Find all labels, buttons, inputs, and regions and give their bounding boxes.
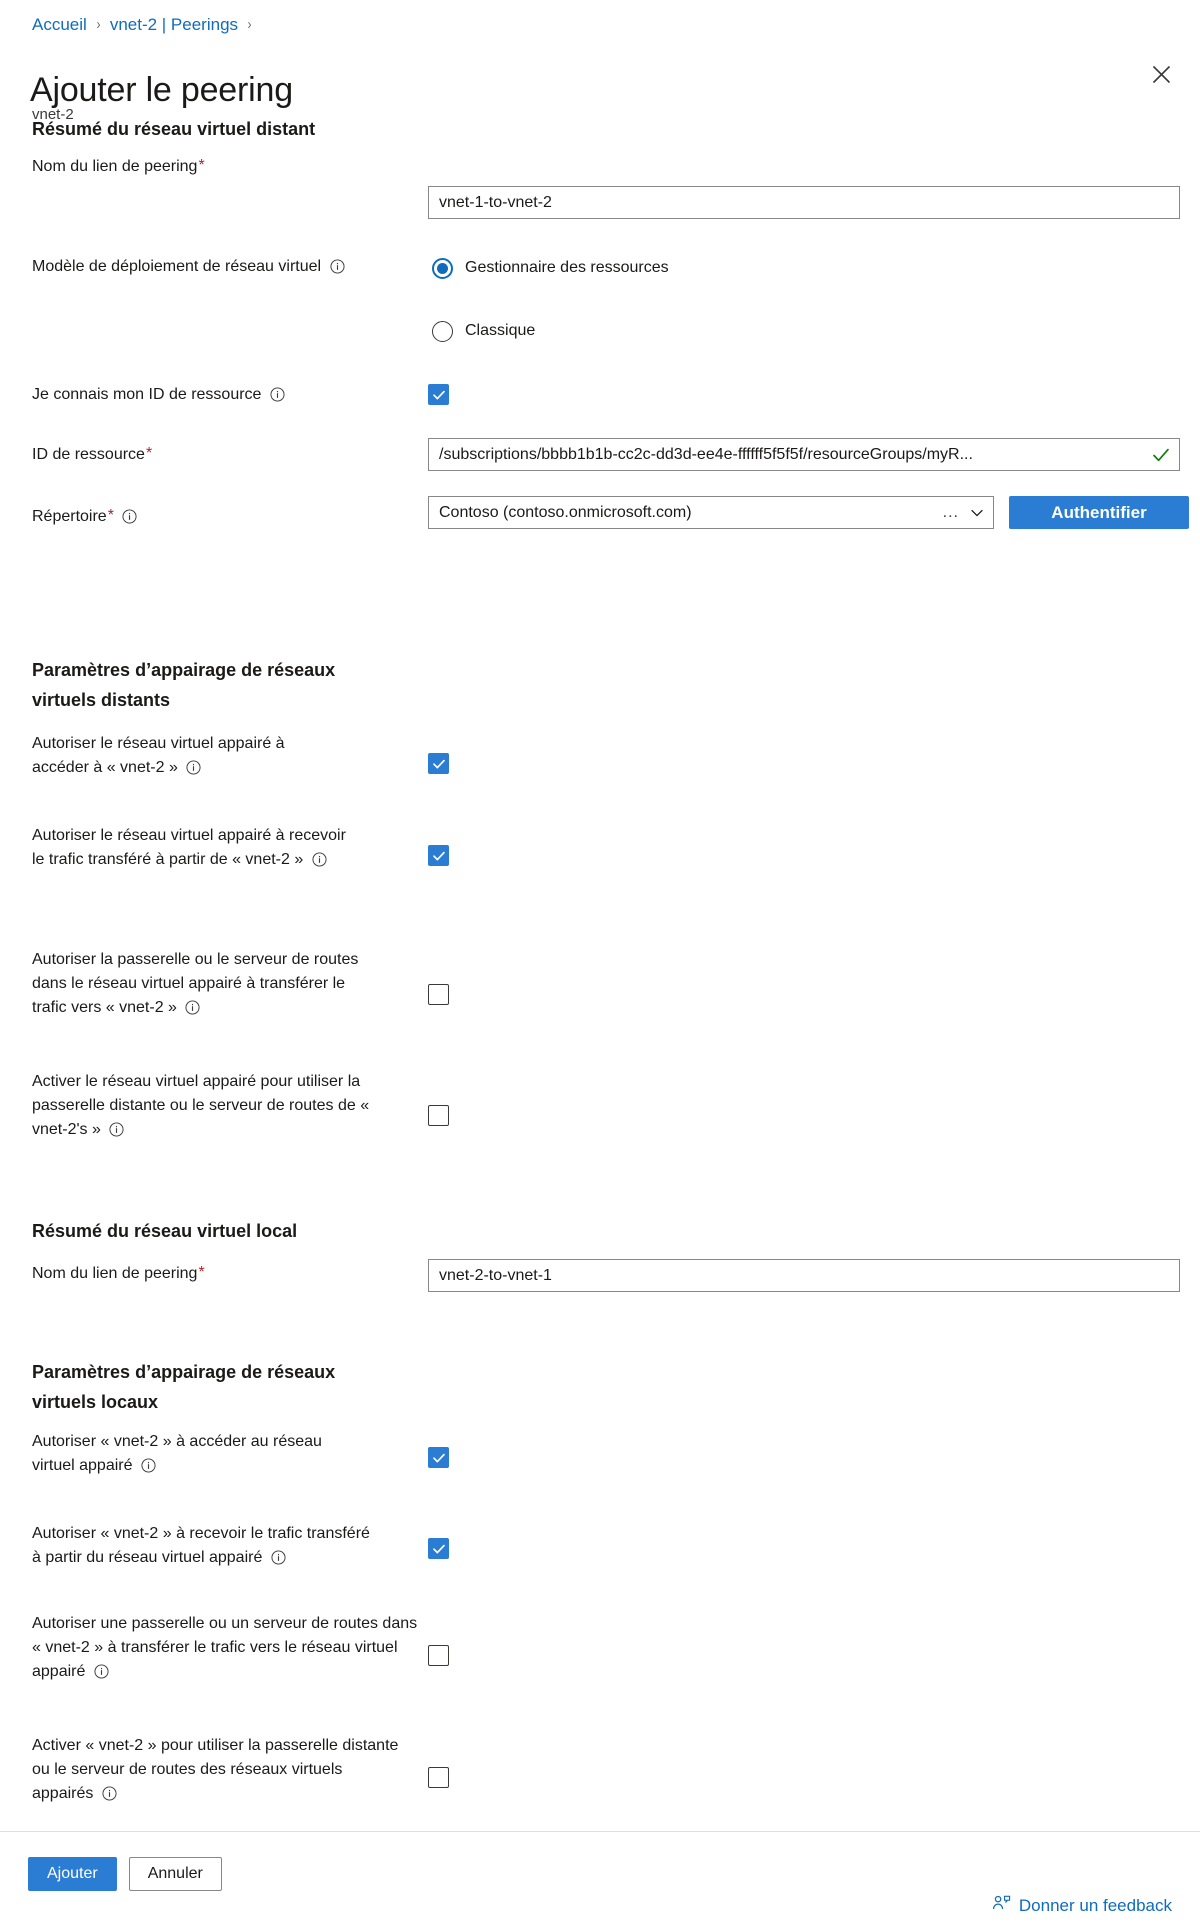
deployment-model-option-label: Gestionnaire des ressources	[465, 259, 669, 276]
breadcrumb: Accueil › vnet-2 | Peerings ›	[32, 14, 252, 36]
person-feedback-icon	[992, 1894, 1011, 1918]
know-resource-id-checkbox[interactable]	[428, 384, 449, 405]
deployment-model-option-label: Classique	[465, 322, 536, 339]
checkmark-icon	[432, 759, 445, 768]
directory-overflow-ellipsis: ...	[942, 503, 959, 521]
info-icon[interactable]	[186, 759, 201, 783]
remote-peering-link-name-input[interactable]	[428, 186, 1180, 219]
footer-actions: Ajouter Annuler	[28, 1857, 222, 1891]
remote-peering-link-name-label: Nom du lien de peering*	[32, 155, 352, 179]
required-indicator: *	[198, 1264, 205, 1281]
radio-icon	[432, 257, 453, 279]
blade-footer: Ajouter Annuler Donner un feedback	[0, 1831, 1200, 1931]
required-indicator: *	[198, 157, 205, 174]
checkmark-icon	[432, 390, 445, 399]
remote-option-2-checkbox[interactable]	[428, 984, 449, 1005]
info-icon[interactable]	[141, 1457, 156, 1481]
remote-option-1-label-text: Autoriser le réseau virtuel appairé à re…	[32, 827, 346, 868]
remote-option-2-label: Autoriser la passerelle ou le serveur de…	[32, 948, 380, 1023]
info-icon[interactable]	[185, 999, 200, 1023]
give-feedback-link[interactable]: Donner un feedback	[992, 1894, 1172, 1918]
resource-id-label-text: ID de ressource	[32, 446, 145, 463]
local-option-3-label-text: Activer « vnet-2 » pour utiliser la pass…	[32, 1737, 399, 1802]
remote-summary-heading: Résumé du réseau virtuel distant	[32, 119, 316, 139]
local-peering-settings-heading: Paramètres d’appairage de réseaux virtue…	[32, 1362, 336, 1412]
local-option-0-label-text: Autoriser « vnet-2 » à accéder au réseau…	[32, 1433, 322, 1474]
know-resource-id-label-text: Je connais mon ID de ressource	[32, 386, 262, 403]
resource-id-value: /subscriptions/bbbb1b1b-cc2c-dd3d-ee4e-f…	[439, 445, 973, 463]
local-peering-link-name-input[interactable]	[428, 1259, 1180, 1292]
local-option-3-label: Activer « vnet-2 » pour utiliser la pass…	[32, 1734, 404, 1809]
info-icon[interactable]	[270, 386, 285, 410]
breadcrumb-item-home[interactable]: Accueil	[32, 14, 87, 36]
remote-option-1-label: Autoriser le réseau virtuel appairé à re…	[32, 824, 362, 875]
remote-peering-link-name-label-text: Nom du lien de peering	[32, 158, 198, 175]
local-option-1-checkbox[interactable]	[428, 1538, 449, 1559]
info-icon[interactable]	[109, 1121, 124, 1145]
local-peering-link-name-label-text: Nom du lien de peering	[32, 1265, 198, 1282]
remote-option-0-checkbox[interactable]	[428, 753, 449, 774]
local-option-1-label: Autoriser « vnet-2 » à recevoir le trafi…	[32, 1522, 377, 1573]
cancel-button[interactable]: Annuler	[128, 1857, 222, 1891]
resource-id-label: ID de ressource*	[32, 443, 352, 467]
local-option-3-checkbox[interactable]	[428, 1767, 449, 1788]
remote-peering-settings-heading: Paramètres d’appairage de réseaux virtue…	[32, 660, 336, 710]
close-icon	[1152, 65, 1170, 83]
valid-checkmark-icon	[1151, 445, 1171, 465]
remote-option-3-label: Activer le réseau virtuel appairé pour u…	[32, 1070, 404, 1145]
remote-option-3-checkbox[interactable]	[428, 1105, 449, 1126]
add-button[interactable]: Ajouter	[28, 1857, 117, 1891]
local-peering-link-name-label: Nom du lien de peering*	[32, 1262, 352, 1286]
info-icon[interactable]	[312, 851, 327, 875]
remote-option-0-label: Autoriser le réseau virtuel appairé à ac…	[32, 732, 342, 783]
deployment-model-label-text: Modèle de déploiement de réseau virtuel	[32, 258, 322, 275]
info-icon[interactable]	[94, 1663, 109, 1687]
deployment-model-option-resource-manager[interactable]: Gestionnaire des ressources	[432, 257, 669, 279]
breadcrumb-chevron-icon-2: ›	[247, 16, 252, 33]
local-option-0-label: Autoriser « vnet-2 » à accéder au réseau…	[32, 1430, 362, 1481]
authenticate-button[interactable]: Authentifier	[1009, 496, 1189, 529]
checkmark-icon	[432, 851, 445, 860]
directory-label: Répertoire*	[32, 505, 352, 532]
local-option-0-checkbox[interactable]	[428, 1447, 449, 1468]
directory-dropdown[interactable]: Contoso (contoso.onmicrosoft.com) ...	[428, 496, 994, 529]
local-summary-heading: Résumé du réseau virtuel local	[32, 1221, 298, 1241]
required-indicator: *	[107, 507, 114, 524]
deployment-model-option-classic[interactable]: Classique	[432, 320, 535, 342]
info-icon[interactable]	[102, 1785, 117, 1809]
local-option-2-label: Autoriser une passerelle ou un serveur d…	[32, 1612, 430, 1687]
remote-option-3-label-text: Activer le réseau virtuel appairé pour u…	[32, 1073, 370, 1138]
give-feedback-label: Donner un feedback	[1018, 1896, 1172, 1915]
checkmark-icon	[432, 1453, 445, 1462]
required-indicator: *	[145, 445, 153, 462]
know-resource-id-label: Je connais mon ID de ressource	[32, 383, 352, 410]
chevron-down-icon	[969, 505, 985, 521]
directory-label-text: Répertoire	[32, 508, 107, 525]
local-option-2-label-text: Autoriser une passerelle ou un serveur d…	[32, 1615, 418, 1680]
radio-icon	[432, 320, 453, 342]
page-title: Ajouter le peering	[30, 70, 293, 109]
remote-option-0-label-text: Autoriser le réseau virtuel appairé à ac…	[32, 735, 285, 776]
breadcrumb-chevron-icon: ›	[96, 16, 101, 33]
resource-id-input[interactable]: /subscriptions/bbbb1b1b-cc2c-dd3d-ee4e-f…	[428, 438, 1180, 471]
remote-option-1-checkbox[interactable]	[428, 845, 449, 866]
info-icon[interactable]	[122, 508, 137, 532]
breadcrumb-item-vnet-peerings[interactable]: vnet-2 | Peerings	[110, 14, 238, 36]
info-icon[interactable]	[330, 258, 345, 282]
deployment-model-label: Modèle de déploiement de réseau virtuel	[32, 255, 432, 282]
close-button[interactable]	[1144, 57, 1178, 91]
local-option-2-checkbox[interactable]	[428, 1645, 449, 1666]
info-icon[interactable]	[271, 1549, 286, 1573]
checkmark-icon	[432, 1544, 445, 1553]
directory-selected-value: Contoso (contoso.onmicrosoft.com)	[439, 503, 692, 521]
local-option-1-label-text: Autoriser « vnet-2 » à recevoir le trafi…	[32, 1525, 370, 1566]
add-peering-blade: Accueil › vnet-2 | Peerings › Ajouter le…	[0, 0, 1200, 1831]
